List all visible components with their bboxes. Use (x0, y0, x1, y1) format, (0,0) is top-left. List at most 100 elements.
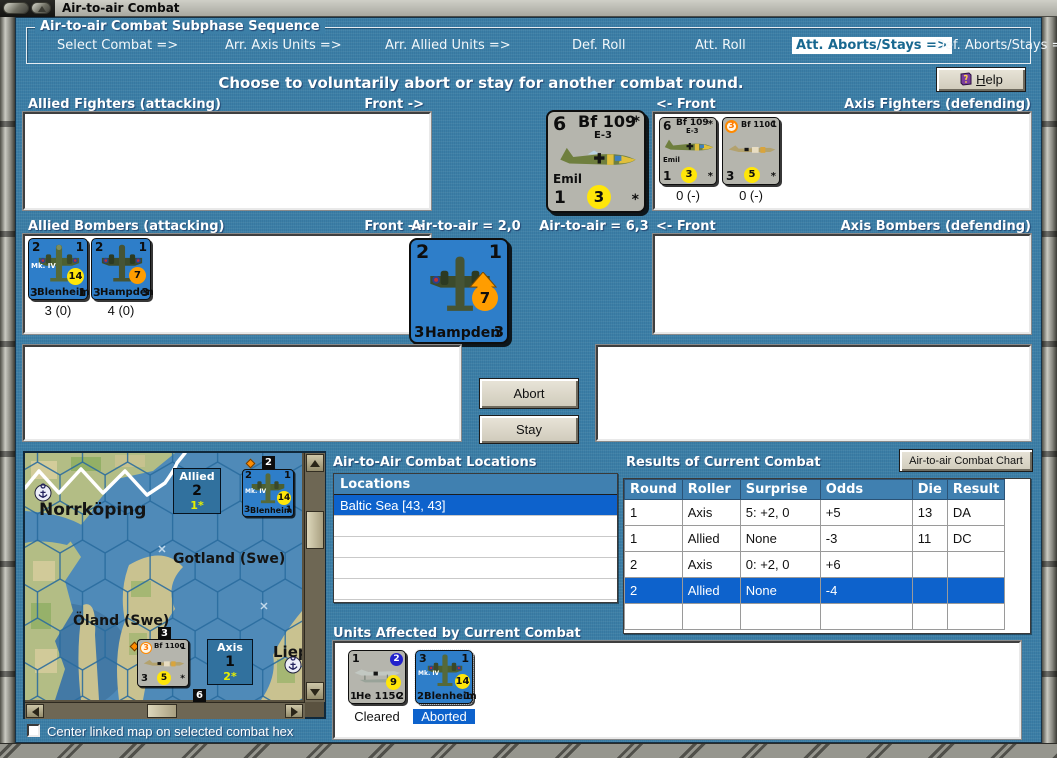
step-arr-axis-units[interactable]: Arr. Axis Units => (225, 38, 342, 53)
defender-air-value: Air-to-air = 6,3 (539, 219, 649, 234)
stack-side: Allied (179, 470, 215, 483)
unit-counter-blenheim[interactable]: 2 1 Mk. IV 14 3 Blenheim 1 (28, 238, 90, 300)
scroll-up-button[interactable] (306, 454, 324, 472)
results-row[interactable]: 1 Allied None -3 11 DC (624, 525, 1006, 552)
unit-status-text: 0 (-) (676, 188, 700, 203)
selected-allied-bomber-card[interactable]: 2 1 7 3 Hampden 3 (409, 238, 509, 344)
attacker-air-value: Air-to-air = 2,0 (411, 219, 521, 234)
allied-bombers-label: Allied Bombers (attacking) (28, 219, 225, 234)
range-value: 3 (141, 286, 149, 299)
top-right-value: 1 (284, 470, 291, 481)
front-left-arrow-label: <- Front (656, 97, 716, 112)
unit-counter-bf110c[interactable]: 3 Bf 110C 1 3 5 * (722, 117, 780, 185)
location-row-empty[interactable] (334, 516, 617, 537)
axis-stack-box[interactable]: Axis 1 2* (207, 639, 253, 685)
unit-variant: Emil (553, 172, 582, 186)
results-table: Round Roller Surprise Odds Die Result 1A… (624, 479, 1006, 630)
scroll-down-button[interactable] (306, 682, 324, 700)
bf109-plane-art (560, 147, 636, 165)
bf110-plane-art (143, 659, 185, 667)
center-map-checkbox-label: Center linked map on selected combat hex (47, 724, 294, 739)
defense-circle: 7 (472, 285, 498, 311)
allied-stack-box[interactable]: Allied 2 1* (173, 468, 221, 514)
combat-hex-minimap[interactable]: Norrköping Gotland (Swe) Öland (Swe) Lie… (23, 451, 326, 719)
allied-fighters-box[interactable] (22, 111, 432, 211)
scroll-thumb[interactable] (306, 511, 324, 549)
map-horizontal-scrollbar[interactable] (25, 702, 305, 719)
unit-counter-bf109[interactable]: 6 Bf 109 E-3 * Emil 1 3 * (659, 117, 717, 185)
location-row-empty[interactable] (334, 579, 617, 600)
step-att-aborts-stays[interactable]: Att. Aborts/Stays => (792, 37, 952, 54)
defense-circle: 14 (67, 268, 84, 285)
location-row-empty[interactable] (334, 558, 617, 579)
axis-fighters-box[interactable]: 6 Bf 109 E-3 * Emil 1 3 * 0 (-) 3 Bf 110… (652, 111, 1032, 211)
results-row-empty[interactable] (624, 603, 1006, 630)
abort-button[interactable]: Abort (479, 378, 579, 409)
map-unit-counter-bf110c[interactable]: 3 Bf 110C 1 3 5 * (137, 639, 189, 687)
help-button[interactable]: Help (936, 67, 1026, 92)
location-row-selected[interactable]: Baltic Sea [43, 43] (334, 495, 617, 516)
star-marker: * (707, 119, 713, 130)
map-unit-counter-blenheim[interactable]: 2 1 Mk. IV 14 3 Blenheim 1 (242, 469, 294, 517)
scroll-left-button[interactable] (26, 704, 44, 718)
locations-header: Locations (334, 474, 617, 495)
col-result: Result (946, 479, 1006, 500)
scroll-right-button[interactable] (285, 704, 303, 718)
col-die: Die (911, 479, 948, 500)
star-marker: * (631, 192, 639, 208)
window-minimize-button[interactable] (31, 2, 51, 14)
center-map-checkbox[interactable] (27, 724, 40, 737)
unit-counter-he115[interactable]: 1 2 9 1 He 115C 2 (348, 650, 406, 704)
scroll-thumb[interactable] (147, 704, 177, 718)
unit-status-aborted: Aborted (413, 709, 475, 724)
step-def-aborts-stays[interactable]: Def. Aborts/Stays => (935, 38, 1057, 53)
defense-circle: 5 (744, 167, 760, 183)
locations-list[interactable]: Locations Baltic Sea [43, 43] (333, 473, 618, 603)
stack-count: 1 (225, 654, 235, 670)
movement-value: 1 (352, 652, 360, 665)
defense-circle: 3 (681, 167, 697, 183)
unit-name: Bf 109 (578, 112, 637, 131)
affected-units-box[interactable]: 1 2 9 1 He 115C 2 Cleared 3 1 Mk. IV 14 … (332, 640, 1022, 740)
defender-decision-box[interactable] (595, 344, 1032, 442)
results-row[interactable]: 1 Axis 5: +2, 0 +5 13 DA (624, 499, 1006, 526)
movement-value: 3 (419, 652, 427, 665)
unit-subtype: Mk. IV (245, 488, 267, 495)
results-row-selected[interactable]: 2 Allied None -4 (624, 577, 1006, 604)
axis-bombers-label: Axis Bombers (defending) (840, 219, 1031, 234)
col-round: Round (624, 479, 683, 500)
stay-button[interactable]: Stay (479, 415, 579, 444)
movement-value: 6 (553, 113, 567, 135)
results-row[interactable]: 2 Axis 0: +2, 0 +6 (624, 551, 1006, 578)
selected-axis-fighter-card[interactable]: 6 Bf 109 E-3 * Emil 1 3 * (546, 110, 646, 213)
allied-fighters-label: Allied Fighters (attacking) (28, 97, 221, 112)
window-menu-button[interactable] (3, 2, 29, 14)
unit-counter-hampden[interactable]: 2 1 7 3 Hampden 3 (91, 238, 154, 300)
stack-side: Axis (217, 641, 243, 654)
map-vertical-scrollbar[interactable] (304, 453, 325, 702)
allied-bombers-box[interactable]: 2 1 Mk. IV 14 3 Blenheim 1 3 (0) 2 1 7 3… (22, 233, 432, 335)
stack-size-badge: 6 (193, 689, 206, 702)
star-marker: * (632, 114, 640, 130)
step-select-combat[interactable]: Select Combat => (57, 38, 178, 53)
step-arr-allied-units[interactable]: Arr. Allied Units => (385, 38, 511, 53)
movement-value: 6 (663, 119, 672, 133)
location-row-empty[interactable] (334, 537, 617, 558)
unit-subtype: E-3 (686, 127, 699, 135)
map-label-oland: Öland (Swe) (73, 611, 169, 629)
unit-subtype: Mk. IV (418, 670, 440, 677)
unit-counter-blenheim-aborted[interactable]: 3 1 Mk. IV 14 2 Blenheim 1 (414, 649, 477, 705)
unit-name: Hampden (425, 325, 501, 341)
axis-bombers-box[interactable] (652, 233, 1032, 335)
unit-subtype: E-3 (594, 130, 612, 141)
step-att-roll[interactable]: Att. Roll (695, 38, 746, 53)
attacker-decision-box[interactable] (22, 344, 462, 442)
window-frame-bottom (0, 743, 1057, 758)
combat-chart-button[interactable]: Air-to-air Combat Chart (899, 449, 1033, 472)
step-def-roll[interactable]: Def. Roll (572, 38, 626, 53)
front-right-arrow-label: Front -> (364, 97, 424, 112)
map-label-norrkoping: Norrköping (39, 500, 146, 520)
axis-fighters-label: Axis Fighters (defending) (844, 97, 1031, 112)
attack-value: 1 (554, 188, 566, 208)
star-marker: * (707, 171, 713, 182)
